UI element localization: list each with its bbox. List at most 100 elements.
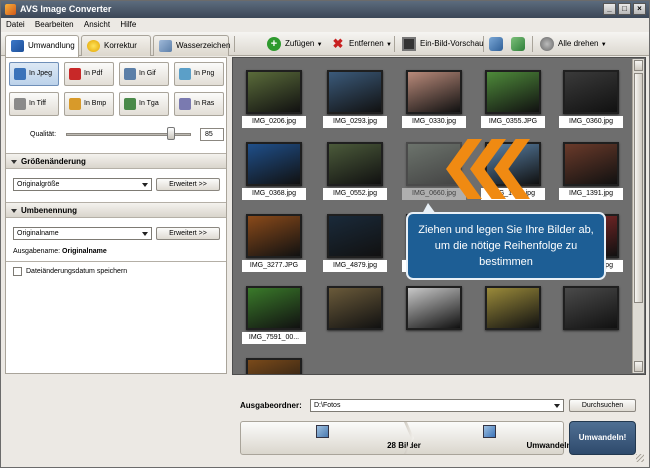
menu-bearbeiten[interactable]: Bearbeiten bbox=[30, 18, 77, 29]
rename-select[interactable]: Originalname bbox=[13, 227, 152, 240]
menu-hilfe[interactable]: Hilfe bbox=[115, 18, 139, 29]
add-button[interactable]: + Zufügen ▼ bbox=[265, 35, 323, 53]
ras-icon bbox=[179, 98, 191, 110]
thumbnail-item[interactable]: IMG_4879.jpg bbox=[323, 212, 387, 272]
close-button[interactable]: × bbox=[633, 3, 646, 15]
format-label: In Tga bbox=[139, 100, 159, 107]
rename-advanced-button[interactable]: Erweitert >> bbox=[156, 227, 220, 240]
tab-umwandlung[interactable]: Umwandlung bbox=[5, 35, 79, 57]
tab-umwandlung-label: Umwandlung bbox=[28, 41, 75, 50]
output-name-row: Ausgabename: Originalname bbox=[13, 248, 107, 255]
format-png-button[interactable]: In Png bbox=[174, 62, 224, 86]
thumbnail-image bbox=[246, 70, 302, 114]
maximize-button[interactable]: □ bbox=[618, 3, 631, 15]
scroll-down-button[interactable] bbox=[634, 361, 643, 372]
tooltip-pointer bbox=[422, 203, 436, 214]
thumbnail-item[interactable]: IMG_0330.jpg bbox=[402, 68, 466, 128]
resize-select[interactable]: Originalgröße bbox=[13, 178, 152, 191]
thumbnail-item[interactable]: IMG_3277.JPG bbox=[242, 212, 306, 272]
toolbar-separator bbox=[234, 36, 235, 52]
rename-section-header[interactable]: Umbenennung bbox=[6, 202, 226, 218]
app-logo-icon bbox=[5, 4, 16, 15]
thumbnail-image bbox=[563, 142, 619, 186]
rename-select-value: Originalname bbox=[17, 230, 59, 237]
rotate-right-button[interactable] bbox=[509, 35, 525, 53]
quality-slider-handle[interactable] bbox=[167, 127, 175, 140]
format-bmp-button[interactable]: In Bmp bbox=[64, 92, 114, 116]
thumbnail-item[interactable]: IMG_0206.jpg bbox=[242, 68, 306, 128]
star-icon bbox=[87, 40, 100, 52]
rotate-left-button[interactable] bbox=[487, 35, 503, 53]
thumbnail-item[interactable] bbox=[481, 284, 545, 344]
output-folder-label: Ausgabeordner: bbox=[240, 401, 302, 410]
monitor-icon bbox=[402, 37, 416, 51]
gif-icon bbox=[124, 68, 136, 80]
format-gif-button[interactable]: In Gif bbox=[119, 62, 169, 86]
remove-button[interactable]: ✖ Entfernen ▼ bbox=[329, 35, 392, 53]
thumbnail-item[interactable]: IMG_1391.jpg bbox=[559, 140, 623, 200]
thumbnail-image bbox=[485, 70, 541, 114]
rotate-all-button[interactable]: Alle drehen ▼ bbox=[538, 35, 607, 53]
thumbnail-item[interactable]: IMG_0552.jpg bbox=[323, 140, 387, 200]
resize-section-header[interactable]: Größenänderung bbox=[6, 153, 226, 169]
resize-grip[interactable] bbox=[636, 454, 644, 462]
thumbnail-image bbox=[327, 286, 383, 330]
thumbnail-item[interactable] bbox=[559, 284, 623, 344]
tab-wasserzeichen[interactable]: Wasserzeichen bbox=[153, 35, 230, 56]
thumbnail-filename: IMG_1391.jpg bbox=[559, 188, 623, 200]
resize-advanced-button[interactable]: Erweitert >> bbox=[156, 178, 220, 191]
tab-korrektur[interactable]: Korrektur bbox=[81, 35, 151, 56]
keep-date-checkbox[interactable] bbox=[13, 267, 22, 276]
format-label: In Jpeg bbox=[29, 70, 52, 77]
thumbnail-filename: IMG_0660.jpg bbox=[402, 188, 466, 200]
menu-ansicht[interactable]: Ansicht bbox=[79, 18, 113, 29]
scroll-up-button[interactable] bbox=[634, 60, 643, 71]
format-pdf-button[interactable]: In Pdf bbox=[64, 62, 114, 86]
thumbnail-item[interactable] bbox=[402, 284, 466, 344]
thumbnail-item[interactable]: IMG_0360.jpg bbox=[559, 68, 623, 128]
thumbnail-filename: IMG_0552.jpg bbox=[323, 188, 387, 200]
chevron-down-icon: ▼ bbox=[385, 42, 392, 48]
minimize-button[interactable]: _ bbox=[603, 3, 616, 15]
png-icon bbox=[179, 68, 191, 80]
format-jpeg-button[interactable]: In Jpeg bbox=[9, 62, 59, 86]
scroll-thumb[interactable] bbox=[634, 73, 643, 303]
thumbnail-filename: IMG_0293.jpg bbox=[323, 116, 387, 128]
format-tiff-button[interactable]: In Tiff bbox=[9, 92, 59, 116]
quality-input[interactable]: 85 bbox=[200, 128, 224, 141]
rename-header-label: Umbenennung bbox=[21, 206, 77, 215]
gear-icon bbox=[540, 37, 554, 51]
thumbnail-item[interactable]: IMG_0368.jpg bbox=[242, 140, 306, 200]
rotate-right-icon bbox=[511, 37, 525, 51]
app-window: AVS Image Converter _ □ × Datei Bearbeit… bbox=[0, 0, 650, 468]
output-name-label: Ausgabename: bbox=[13, 248, 61, 255]
jpeg-icon bbox=[14, 68, 26, 80]
jpeg-icon bbox=[483, 425, 496, 438]
title-bar[interactable]: AVS Image Converter _ □ × bbox=[1, 1, 649, 18]
toolbar-separator bbox=[483, 36, 484, 52]
chevron-down-icon bbox=[142, 183, 148, 187]
menu-datei[interactable]: Datei bbox=[1, 18, 28, 29]
single-preview-button[interactable]: Ein-Bild-Vorschau bbox=[400, 35, 484, 53]
single-preview-label: Ein-Bild-Vorschau bbox=[420, 39, 484, 48]
output-panel: Ausgabeordner: D:\Fotos Durchsuchen 28 B… bbox=[232, 381, 646, 464]
format-ras-button[interactable]: In Ras bbox=[174, 92, 224, 116]
thumbnail-item[interactable] bbox=[323, 284, 387, 344]
tab-korrektur-label: Korrektur bbox=[104, 41, 137, 50]
thumbnail-item[interactable] bbox=[242, 356, 306, 374]
output-folder-value: D:\Fotos bbox=[314, 402, 341, 409]
thumbnail-item[interactable]: IMG_7591_00... bbox=[242, 284, 306, 344]
chevron-down-icon: ▼ bbox=[316, 42, 323, 48]
format-label: In Bmp bbox=[84, 100, 107, 107]
toolbar-separator bbox=[394, 36, 395, 52]
thumbnail-item[interactable]: IMG_0355.JPG bbox=[481, 68, 545, 128]
bmp-icon bbox=[69, 98, 81, 110]
format-tga-button[interactable]: In Tga bbox=[119, 92, 169, 116]
gallery-scrollbar[interactable] bbox=[632, 59, 644, 373]
delete-icon: ✖ bbox=[332, 36, 344, 51]
thumbnail-item[interactable]: IMG_0293.jpg bbox=[323, 68, 387, 128]
thumbnail-image bbox=[246, 214, 302, 258]
convert-button[interactable]: Umwandeln! bbox=[569, 421, 636, 455]
output-folder-input[interactable]: D:\Fotos bbox=[310, 399, 564, 412]
browse-button[interactable]: Durchsuchen bbox=[569, 399, 636, 412]
